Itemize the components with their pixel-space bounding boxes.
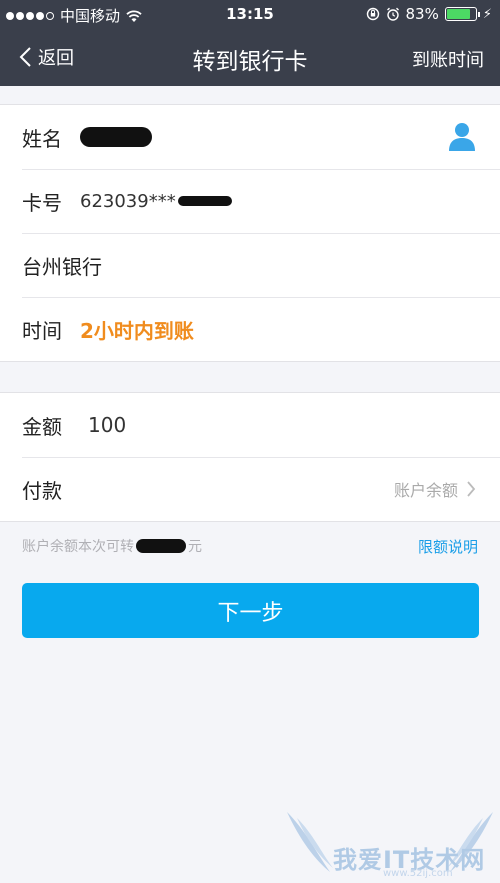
- signal-icon: [6, 11, 54, 20]
- status-left: 中国移动: [6, 5, 142, 26]
- contact-icon[interactable]: [448, 121, 476, 151]
- carrier-name: 中国移动: [60, 7, 121, 25]
- amount-input[interactable]: 100: [88, 413, 126, 437]
- next-step-button[interactable]: 下一步: [22, 583, 479, 638]
- back-button[interactable]: 返回: [18, 44, 74, 70]
- payment-method-selector[interactable]: 账户余额: [394, 457, 476, 521]
- card-number-label: 卡号: [22, 190, 62, 215]
- redacted-card-digits: [177, 196, 232, 206]
- back-label: 返回: [38, 48, 74, 69]
- name-label: 姓名: [22, 126, 62, 151]
- arrival-time-value: 2小时内到账: [80, 318, 194, 343]
- amount-label: 金额: [22, 414, 62, 439]
- limit-info-link[interactable]: 限额说明: [418, 536, 478, 557]
- redacted-name: [80, 127, 152, 147]
- payment-method-row[interactable]: 付款 账户余额: [0, 457, 500, 521]
- battery-percent: 83%: [405, 5, 439, 23]
- card-number-row[interactable]: 卡号 623039***: [0, 169, 500, 233]
- payment-label: 付款: [22, 478, 62, 503]
- payment-method-value: 账户余额: [393, 481, 458, 500]
- bank-row[interactable]: 台州银行: [0, 233, 500, 297]
- chevron-right-icon: [467, 481, 476, 497]
- chevron-left-icon: [19, 47, 31, 67]
- status-bar: 中国移动 13:15 83% ⚡: [0, 0, 500, 30]
- arrival-time-button[interactable]: 到账时间: [412, 46, 484, 72]
- bank-name: 台州银行: [22, 254, 102, 279]
- recipient-card: 姓名 卡号 623039*** 台州银行 时间 2小时内到账: [0, 104, 500, 362]
- charging-icon: ⚡: [482, 6, 492, 22]
- balance-hint-suffix: 元: [188, 539, 202, 555]
- time-row[interactable]: 时间 2小时内到账: [0, 297, 500, 361]
- balance-hint-prefix: 账户余额本次可转: [22, 539, 134, 555]
- rotation-lock-icon: [366, 7, 379, 21]
- time-label: 时间: [22, 318, 62, 343]
- nav-bar: 返回 转到银行卡 到账时间: [0, 30, 500, 86]
- redacted-balance: [136, 539, 186, 553]
- battery-icon: [444, 7, 480, 21]
- wifi-icon: [126, 9, 142, 22]
- alarm-icon: [386, 7, 399, 21]
- name-row[interactable]: 姓名: [0, 105, 500, 169]
- status-right: 83% ⚡: [366, 5, 492, 23]
- balance-hint: 账户余额本次可转 元: [22, 536, 202, 556]
- payment-card: 金额 100 付款 账户余额: [0, 392, 500, 522]
- card-number-value: 623039***: [80, 190, 176, 212]
- watermark: 我爱IT技术网 www.52ij.com: [285, 810, 495, 880]
- watermark-url: www.52ij.com: [383, 868, 453, 879]
- amount-row[interactable]: 金额 100: [0, 393, 500, 457]
